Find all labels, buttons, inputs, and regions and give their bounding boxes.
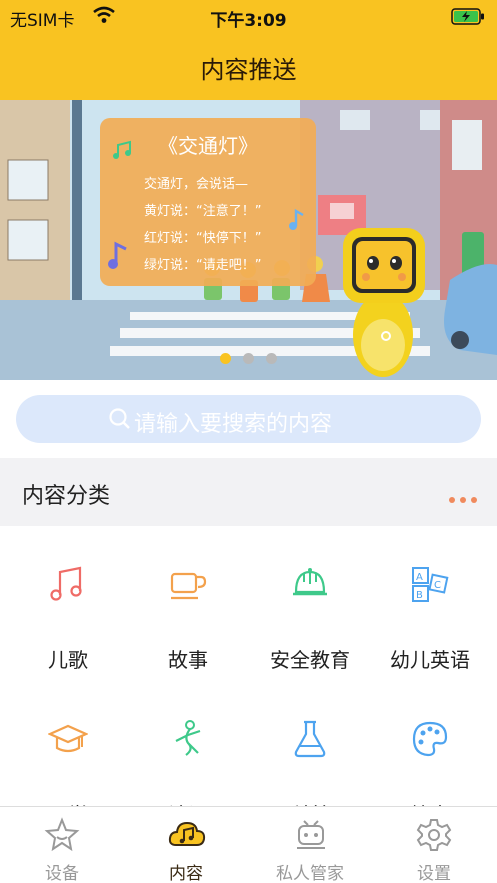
banner-carousel[interactable]: 《交通灯》 交通灯，会说话— 黄灯说：“注意了！” 红灯说：“快停下！” 绿灯说… <box>0 100 497 380</box>
robot-icon <box>297 820 325 849</box>
category-label: 故事 <box>168 648 208 672</box>
category-item-poetry[interactable]: 诗词 <box>126 681 250 806</box>
flask-icon <box>294 720 326 758</box>
clock-time: 下午3:09 <box>210 11 287 31</box>
category-label: 科普 <box>248 799 372 806</box>
tab-device[interactable]: 设备 <box>0 807 124 883</box>
category-label: 安全教育 <box>270 648 350 672</box>
category-label: 幼儿英语 <box>390 648 470 672</box>
palette-icon <box>412 721 448 757</box>
music-note-icon <box>50 566 82 601</box>
search-placeholder: 请输入要搜索的内容 <box>134 412 333 437</box>
abc-blocks-icon: ABC <box>412 567 449 602</box>
category-item-classics[interactable]: 国学 <box>6 681 130 806</box>
carousel-pagination <box>0 349 497 368</box>
search-section: 请输入要搜索的内容 <box>0 380 497 458</box>
music-note-icon <box>289 208 304 230</box>
category-title: 内容分类 <box>22 484 111 509</box>
poem-line: 黄灯说：“注意了！” <box>144 204 262 219</box>
svg-text:A: A <box>416 572 423 583</box>
tab-bar: 设备 内容 私人管家 设置 <box>0 806 497 883</box>
tab-settings[interactable]: 设置 <box>372 807 496 883</box>
tab-label: 内容 <box>169 864 203 883</box>
tab-label: 私人管家 <box>276 864 344 883</box>
category-item-picture-books[interactable]: 绘本 <box>368 681 492 806</box>
helmet-icon <box>293 568 327 596</box>
star-icon <box>44 817 80 852</box>
tab-label: 设备 <box>45 864 79 883</box>
category-grid: 儿歌 故事 安全教育 ABC 幼儿英语 国学 诗词 科普 绘本 <box>0 526 497 806</box>
coffee-cup-icon <box>170 572 207 600</box>
svg-text:B: B <box>416 590 423 601</box>
search-icon <box>109 408 130 429</box>
nav-bar: 内容推送 <box>0 34 497 100</box>
dancer-icon <box>175 720 201 756</box>
category-label: 诗词 <box>126 799 250 806</box>
tab-content[interactable]: 内容 <box>124 807 248 883</box>
music-cloud-icon <box>168 821 206 846</box>
category-item-science[interactable]: 科普 <box>248 681 372 806</box>
poem-card: 《交通灯》 交通灯，会说话— 黄灯说：“注意了！” 红灯说：“快停下！” 绿灯说… <box>100 118 316 286</box>
poem-title: 《交通灯》 <box>158 134 258 158</box>
gear-icon <box>416 819 452 851</box>
battery-icon <box>451 8 485 29</box>
tab-label: 设置 <box>417 864 451 883</box>
poem-line: 红灯说：“快停下！” <box>144 231 262 246</box>
poem-line: 绿灯说：“请走吧！” <box>144 258 262 273</box>
music-note-icon <box>108 241 127 269</box>
search-input[interactable]: 请输入要搜索的内容 <box>16 395 481 443</box>
graduation-cap-icon <box>48 724 88 753</box>
status-bar: 无SIM卡 下午3:09 <box>0 0 497 34</box>
page-title: 内容推送 <box>200 56 297 84</box>
category-header: 内容分类 <box>0 458 497 526</box>
carousel-dot[interactable] <box>243 353 254 364</box>
category-label: 绘本 <box>368 799 492 806</box>
category-item-songs[interactable]: 儿歌 <box>6 526 130 672</box>
more-icon[interactable] <box>444 488 477 507</box>
category-label: 儿歌 <box>48 648 88 672</box>
category-item-stories[interactable]: 故事 <box>126 526 250 672</box>
tab-butler[interactable]: 私人管家 <box>248 807 372 883</box>
svg-text:C: C <box>434 580 441 591</box>
category-item-safety[interactable]: 安全教育 <box>248 526 372 672</box>
category-label: 国学 <box>6 799 130 806</box>
category-item-english[interactable]: ABC 幼儿英语 <box>368 526 492 672</box>
carousel-dot[interactable] <box>266 353 277 364</box>
poem-line: 交通灯，会说话— <box>144 177 249 192</box>
carousel-dot[interactable] <box>220 353 231 364</box>
